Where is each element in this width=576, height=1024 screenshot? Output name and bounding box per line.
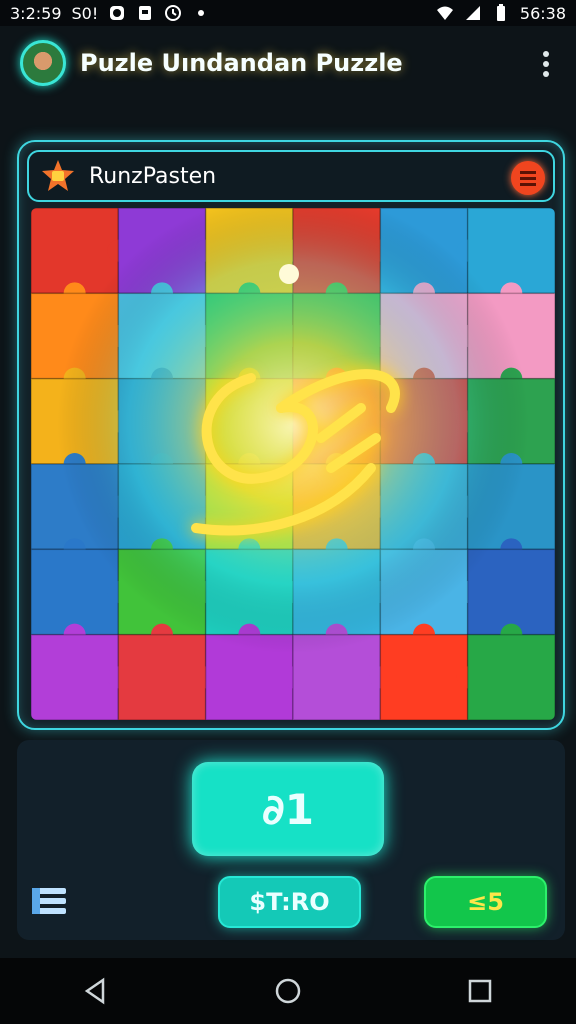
status-right: 56:38 — [436, 4, 566, 23]
status-carrier: S0! — [71, 3, 99, 23]
system-nav-bar — [0, 958, 576, 1024]
battery-icon — [496, 4, 505, 21]
avatar[interactable] — [20, 40, 66, 86]
home-circle-icon[interactable] — [273, 976, 303, 1006]
wifi-icon — [436, 6, 453, 20]
signal-icon — [465, 6, 480, 20]
status-bar: 3:2:59 S0! 56:38 — [0, 0, 576, 26]
sparkle — [279, 264, 299, 284]
recents-square-icon[interactable] — [465, 976, 495, 1006]
list-menu-icon[interactable] — [30, 884, 68, 920]
app-title: Puzle Uındandan Puzzle — [80, 49, 403, 77]
puzzle-badge-icon — [42, 160, 74, 191]
stop-button[interactable]: $T:RO — [218, 876, 361, 928]
puzzle-panel: RunzPasten — [17, 140, 565, 730]
status-time-left: 3:2:59 — [10, 3, 62, 23]
back-triangle-icon[interactable] — [81, 976, 111, 1006]
dot-icon — [198, 10, 205, 16]
status-left: 3:2:59 S0! — [10, 4, 210, 23]
more-vert-icon[interactable] — [542, 50, 550, 78]
menu-circle-icon[interactable] — [511, 161, 545, 195]
panel-title: RunzPasten — [89, 163, 217, 189]
score-button[interactable]: ≤5 — [424, 876, 547, 928]
panel-header: RunzPasten — [27, 150, 555, 202]
main-action-button[interactable]: ∂1 — [192, 762, 384, 856]
puzzle-board[interactable] — [31, 208, 555, 720]
alarm-icon — [165, 5, 182, 21]
clipboard-icon — [139, 6, 152, 20]
status-time-right: 56:38 — [519, 3, 566, 23]
notification-icon — [110, 6, 125, 20]
app-bar: Puzle Uındandan Puzzle — [0, 26, 576, 100]
